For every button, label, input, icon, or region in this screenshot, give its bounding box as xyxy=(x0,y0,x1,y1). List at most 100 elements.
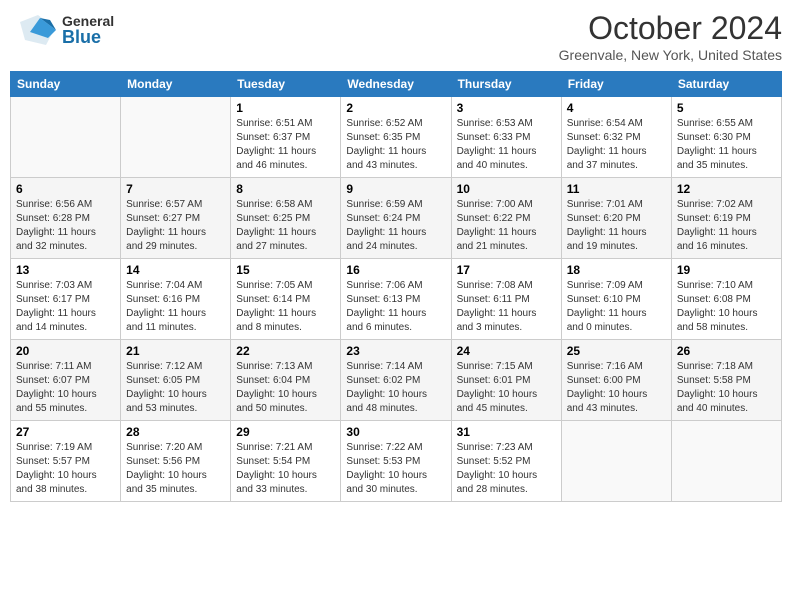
calendar-cell: 2 Sunrise: 6:52 AM Sunset: 6:35 PM Daylig… xyxy=(341,97,451,178)
day-number: 12 xyxy=(677,182,776,196)
title-block: October 2024 Greenvale, New York, United… xyxy=(559,10,782,63)
day-number: 5 xyxy=(677,101,776,115)
calendar-cell: 26 Sunrise: 7:18 AM Sunset: 5:58 PM Dayli… xyxy=(671,340,781,421)
day-number: 24 xyxy=(457,344,556,358)
calendar-week-row: 6Sunrise: 6:56 AM Sunset: 6:28 PM Daylig… xyxy=(11,178,782,259)
calendar-cell: 17 Sunrise: 7:08 AM Sunset: 6:11 PM Dayli… xyxy=(451,259,561,340)
day-number: 17 xyxy=(457,263,556,277)
day-info: Sunrise: 7:21 AM Sunset: 5:54 PM Dayligh… xyxy=(236,441,335,497)
day-info: Sunrise: 6:58 AM Sunset: 6:25 PM Dayligh… xyxy=(236,198,335,254)
day-number: 27 xyxy=(16,425,115,439)
page-header: General Blue October 2024 Greenvale, New… xyxy=(10,10,782,63)
weekday-header: Wednesday xyxy=(341,72,451,97)
day-number: 16 xyxy=(346,263,445,277)
month-title: October 2024 xyxy=(559,10,782,47)
day-info: Sunrise: 6:53 AM Sunset: 6:33 PM Dayligh… xyxy=(457,117,556,173)
day-number: 8 xyxy=(236,182,335,196)
calendar-cell xyxy=(671,421,781,502)
weekday-header: Tuesday xyxy=(231,72,341,97)
day-number: 4 xyxy=(567,101,666,115)
calendar-cell xyxy=(11,97,121,178)
day-info: Sunrise: 6:51 AM Sunset: 6:37 PM Dayligh… xyxy=(236,117,335,173)
day-number: 26 xyxy=(677,344,776,358)
day-number: 18 xyxy=(567,263,666,277)
day-info: Sunrise: 7:16 AM Sunset: 6:00 PM Dayligh… xyxy=(567,360,666,416)
day-info: Sunrise: 7:18 AM Sunset: 5:58 PM Dayligh… xyxy=(677,360,776,416)
day-info: Sunrise: 6:54 AM Sunset: 6:32 PM Dayligh… xyxy=(567,117,666,173)
calendar-cell: 11 Sunrise: 7:01 AM Sunset: 6:20 PM Dayli… xyxy=(561,178,671,259)
day-number: 11 xyxy=(567,182,666,196)
day-number: 9 xyxy=(346,182,445,196)
calendar-cell: 24 Sunrise: 7:15 AM Sunset: 6:01 PM Dayli… xyxy=(451,340,561,421)
day-info: Sunrise: 7:08 AM Sunset: 6:11 PM Dayligh… xyxy=(457,279,556,335)
day-info: Sunrise: 6:56 AM Sunset: 6:28 PM Dayligh… xyxy=(16,198,115,254)
day-info: Sunrise: 6:57 AM Sunset: 6:27 PM Dayligh… xyxy=(126,198,225,254)
calendar-cell: 3 Sunrise: 6:53 AM Sunset: 6:33 PM Daylig… xyxy=(451,97,561,178)
weekday-header: Thursday xyxy=(451,72,561,97)
calendar-cell: 14Sunrise: 7:04 AM Sunset: 6:16 PM Dayli… xyxy=(121,259,231,340)
day-info: Sunrise: 7:03 AM Sunset: 6:17 PM Dayligh… xyxy=(16,279,115,335)
day-number: 13 xyxy=(16,263,115,277)
day-number: 21 xyxy=(126,344,225,358)
calendar-cell: 4 Sunrise: 6:54 AM Sunset: 6:32 PM Daylig… xyxy=(561,97,671,178)
calendar-cell: 15 Sunrise: 7:05 AM Sunset: 6:14 PM Dayli… xyxy=(231,259,341,340)
day-number: 2 xyxy=(346,101,445,115)
day-info: Sunrise: 7:06 AM Sunset: 6:13 PM Dayligh… xyxy=(346,279,445,335)
calendar-cell: 23 Sunrise: 7:14 AM Sunset: 6:02 PM Dayli… xyxy=(341,340,451,421)
calendar-cell: 30 Sunrise: 7:22 AM Sunset: 5:53 PM Dayli… xyxy=(341,421,451,502)
calendar-cell: 5 Sunrise: 6:55 AM Sunset: 6:30 PM Daylig… xyxy=(671,97,781,178)
calendar-week-row: 13 Sunrise: 7:03 AM Sunset: 6:17 PM Dayli… xyxy=(11,259,782,340)
day-info: Sunrise: 7:20 AM Sunset: 5:56 PM Dayligh… xyxy=(126,441,225,497)
calendar-cell: 22Sunrise: 7:13 AM Sunset: 6:04 PM Dayli… xyxy=(231,340,341,421)
logo: General Blue xyxy=(10,10,114,50)
logo-text: General Blue xyxy=(62,14,114,46)
day-number: 3 xyxy=(457,101,556,115)
weekday-header: Saturday xyxy=(671,72,781,97)
logo-icon xyxy=(10,10,60,50)
day-number: 15 xyxy=(236,263,335,277)
day-info: Sunrise: 6:59 AM Sunset: 6:24 PM Dayligh… xyxy=(346,198,445,254)
calendar-cell: 18 Sunrise: 7:09 AM Sunset: 6:10 PM Dayli… xyxy=(561,259,671,340)
location-text: Greenvale, New York, United States xyxy=(559,47,782,63)
calendar-cell: 31 Sunrise: 7:23 AM Sunset: 5:52 PM Dayli… xyxy=(451,421,561,502)
calendar-cell: 10Sunrise: 7:00 AM Sunset: 6:22 PM Dayli… xyxy=(451,178,561,259)
logo-general-text: General xyxy=(62,14,114,28)
day-number: 10 xyxy=(457,182,556,196)
day-info: Sunrise: 7:01 AM Sunset: 6:20 PM Dayligh… xyxy=(567,198,666,254)
weekday-header: Friday xyxy=(561,72,671,97)
day-info: Sunrise: 7:05 AM Sunset: 6:14 PM Dayligh… xyxy=(236,279,335,335)
weekday-header: Monday xyxy=(121,72,231,97)
calendar-cell: 6Sunrise: 6:56 AM Sunset: 6:28 PM Daylig… xyxy=(11,178,121,259)
day-info: Sunrise: 7:22 AM Sunset: 5:53 PM Dayligh… xyxy=(346,441,445,497)
day-number: 19 xyxy=(677,263,776,277)
day-number: 23 xyxy=(346,344,445,358)
day-info: Sunrise: 7:12 AM Sunset: 6:05 PM Dayligh… xyxy=(126,360,225,416)
calendar-cell: 21 Sunrise: 7:12 AM Sunset: 6:05 PM Dayli… xyxy=(121,340,231,421)
day-info: Sunrise: 7:15 AM Sunset: 6:01 PM Dayligh… xyxy=(457,360,556,416)
day-number: 30 xyxy=(346,425,445,439)
calendar-cell: 20Sunrise: 7:11 AM Sunset: 6:07 PM Dayli… xyxy=(11,340,121,421)
logo-blue-text: Blue xyxy=(62,28,114,46)
day-number: 7 xyxy=(126,182,225,196)
day-info: Sunrise: 7:09 AM Sunset: 6:10 PM Dayligh… xyxy=(567,279,666,335)
day-info: Sunrise: 6:52 AM Sunset: 6:35 PM Dayligh… xyxy=(346,117,445,173)
calendar-week-row: 20Sunrise: 7:11 AM Sunset: 6:07 PM Dayli… xyxy=(11,340,782,421)
day-info: Sunrise: 7:04 AM Sunset: 6:16 PM Dayligh… xyxy=(126,279,225,335)
day-info: Sunrise: 7:02 AM Sunset: 6:19 PM Dayligh… xyxy=(677,198,776,254)
day-info: Sunrise: 6:55 AM Sunset: 6:30 PM Dayligh… xyxy=(677,117,776,173)
calendar-cell: 7 Sunrise: 6:57 AM Sunset: 6:27 PM Daylig… xyxy=(121,178,231,259)
calendar-week-row: 27Sunrise: 7:19 AM Sunset: 5:57 PM Dayli… xyxy=(11,421,782,502)
day-info: Sunrise: 7:23 AM Sunset: 5:52 PM Dayligh… xyxy=(457,441,556,497)
day-info: Sunrise: 7:13 AM Sunset: 6:04 PM Dayligh… xyxy=(236,360,335,416)
day-info: Sunrise: 7:10 AM Sunset: 6:08 PM Dayligh… xyxy=(677,279,776,335)
calendar-cell: 1 Sunrise: 6:51 AM Sunset: 6:37 PM Daylig… xyxy=(231,97,341,178)
day-number: 31 xyxy=(457,425,556,439)
weekday-header-row: SundayMondayTuesdayWednesdayThursdayFrid… xyxy=(11,72,782,97)
day-info: Sunrise: 7:14 AM Sunset: 6:02 PM Dayligh… xyxy=(346,360,445,416)
calendar-cell xyxy=(121,97,231,178)
calendar-cell: 9 Sunrise: 6:59 AM Sunset: 6:24 PM Daylig… xyxy=(341,178,451,259)
calendar-cell: 28Sunrise: 7:20 AM Sunset: 5:56 PM Dayli… xyxy=(121,421,231,502)
day-number: 1 xyxy=(236,101,335,115)
calendar-cell: 19 Sunrise: 7:10 AM Sunset: 6:08 PM Dayli… xyxy=(671,259,781,340)
weekday-header: Sunday xyxy=(11,72,121,97)
